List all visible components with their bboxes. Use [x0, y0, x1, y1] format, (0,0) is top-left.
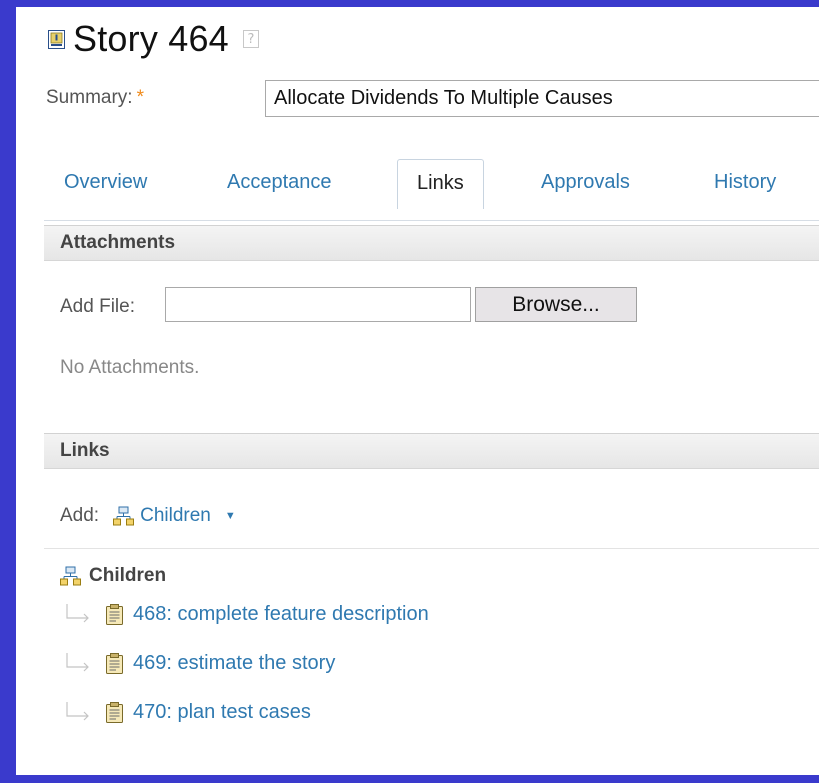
tab-bar: Overview Acceptance Links Approvals Hist…: [16, 159, 819, 209]
children-group-title: Children: [89, 565, 167, 586]
tab-approvals[interactable]: Approvals: [541, 171, 630, 194]
summary-input[interactable]: [265, 80, 819, 117]
add-file-label: Add File:: [60, 296, 135, 317]
tree-connector-icon: [66, 652, 89, 671]
story-icon: [48, 29, 65, 49]
page-title: Story 464: [73, 18, 229, 59]
task-clipboard-icon: [106, 702, 123, 723]
add-row-divider: [44, 548, 819, 549]
links-section-header: Links: [44, 433, 819, 469]
task-clipboard-icon: [106, 604, 123, 625]
tree-connector-icon: [66, 603, 89, 622]
child-link-468[interactable]: 468: complete feature description: [133, 603, 429, 626]
child-link-item: 470: plan test cases: [64, 701, 311, 724]
required-marker: *: [136, 87, 144, 108]
tab-links[interactable]: Links: [397, 159, 484, 209]
summary-label: Summary: *: [46, 87, 144, 109]
tree-connector-icon: [66, 701, 89, 720]
hierarchy-icon: [113, 506, 135, 525]
child-link-469[interactable]: 469: estimate the story: [133, 652, 335, 675]
add-children-menu[interactable]: Children ▼: [113, 505, 236, 527]
tab-acceptance[interactable]: Acceptance: [227, 171, 332, 194]
chevron-down-icon: ▼: [224, 510, 236, 522]
attachments-section-header: Attachments: [44, 225, 819, 261]
add-link-row: Add: Children ▼: [60, 505, 236, 527]
children-group-header: Children: [60, 565, 166, 587]
file-path-input[interactable]: [165, 287, 471, 322]
work-item-editor: Story 464 ? Summary:* Overview Acceptanc…: [16, 7, 819, 775]
child-link-470[interactable]: 470: plan test cases: [133, 701, 311, 724]
help-icon[interactable]: ?: [242, 30, 259, 48]
summary-label-text: Summary:: [46, 87, 133, 108]
tab-divider: [44, 220, 819, 221]
tab-overview[interactable]: Overview: [64, 171, 147, 194]
no-attachments-message: No Attachments.: [60, 357, 200, 378]
add-children-label: Children: [140, 505, 211, 526]
add-link-label: Add:: [60, 505, 100, 526]
hierarchy-icon: [60, 566, 81, 585]
child-link-item: 469: estimate the story: [64, 652, 335, 675]
task-clipboard-icon: [106, 653, 123, 674]
tab-history[interactable]: History: [714, 171, 776, 194]
title-row: Story 464 ?: [48, 16, 259, 62]
browse-button[interactable]: Browse...: [475, 287, 637, 322]
child-link-item: 468: complete feature description: [64, 603, 429, 626]
